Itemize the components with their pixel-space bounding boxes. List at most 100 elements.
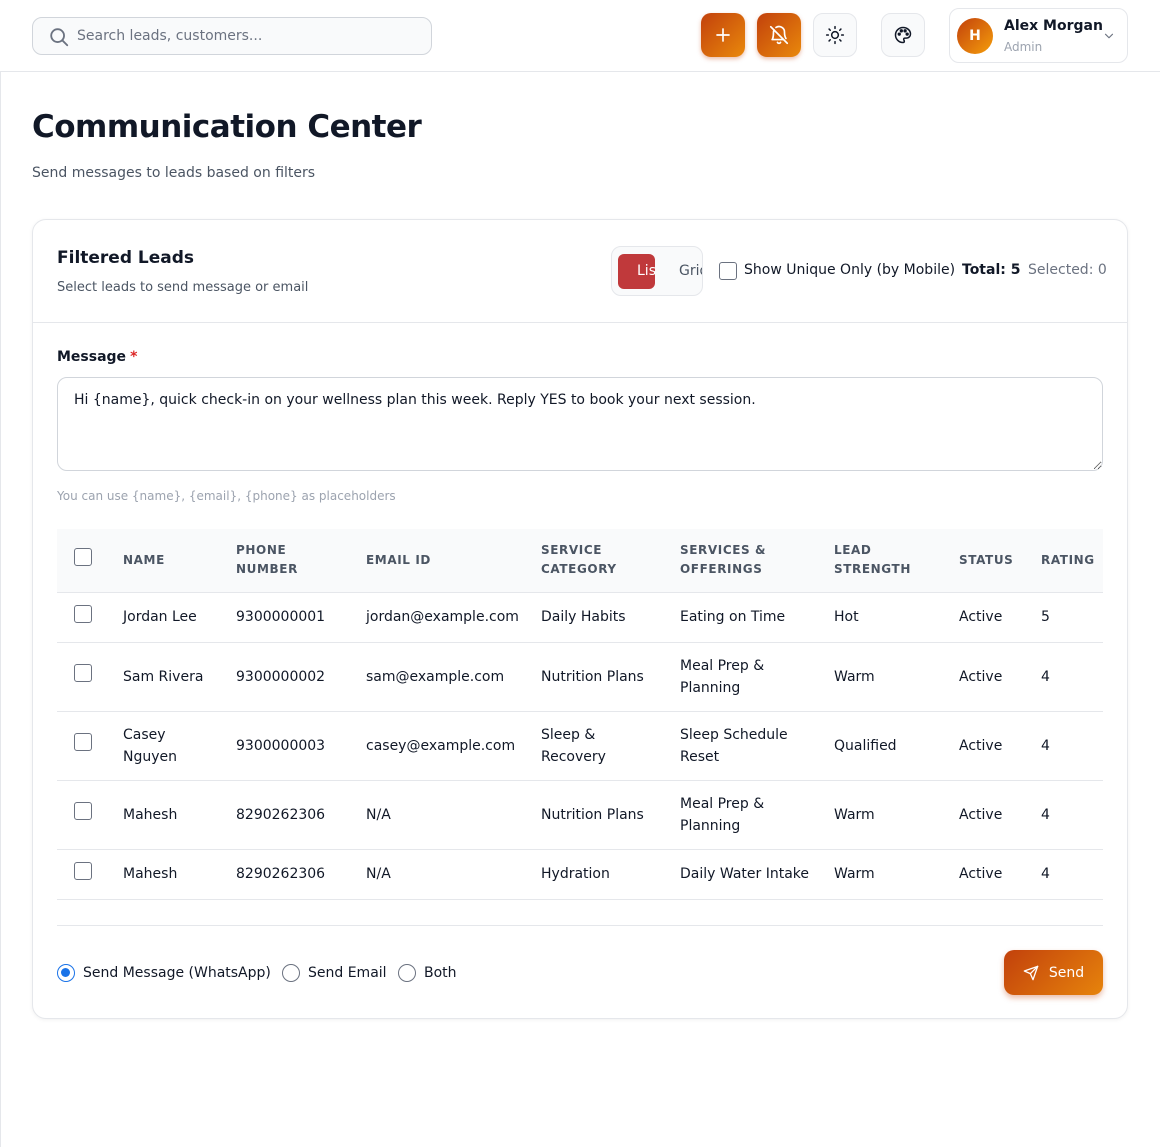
user-name: Alex Morgan bbox=[1004, 18, 1103, 34]
cell-rating: 5 bbox=[1033, 592, 1103, 643]
chevron-down-icon bbox=[1104, 33, 1114, 39]
cell-email: jordan@example.com bbox=[358, 592, 533, 643]
cell-name: Jordan Lee bbox=[115, 592, 228, 643]
cell-category: Nutrition Plans bbox=[533, 642, 672, 712]
view-grid-button[interactable]: Grid bbox=[679, 254, 702, 289]
column-header[interactable]: NAME bbox=[115, 529, 228, 593]
required-mark: * bbox=[130, 349, 138, 365]
row-checkbox[interactable] bbox=[74, 733, 92, 751]
send-button-label: Send bbox=[1048, 964, 1085, 981]
leads-table: NAME PHONE NUMBER EMAIL ID SERVICE CATEG… bbox=[57, 529, 1103, 900]
row-checkbox[interactable] bbox=[74, 861, 92, 880]
cell-rating: 4 bbox=[1033, 711, 1103, 781]
table-row[interactable]: Mahesh 8290262306 N/A Hydration Daily Wa… bbox=[57, 849, 1103, 900]
cell-strength: Hot bbox=[826, 592, 951, 643]
add-button[interactable] bbox=[701, 13, 745, 57]
filtered-leads-card: Filtered Leads Select leads to send mess… bbox=[32, 219, 1128, 1019]
send-both-option[interactable]: Both bbox=[398, 962, 457, 984]
row-checkbox[interactable] bbox=[74, 604, 92, 623]
row-select-cell bbox=[57, 849, 115, 900]
send-button[interactable]: Send bbox=[1004, 950, 1103, 995]
cell-strength: Warm bbox=[826, 642, 951, 712]
cell-email: N/A bbox=[358, 780, 533, 850]
table-row[interactable]: Mahesh 8290262306 N/A Nutrition Plans Me… bbox=[57, 780, 1103, 850]
cell-phone: 9300000001 bbox=[228, 592, 358, 643]
card-header: Filtered Leads Select leads to send mess… bbox=[33, 220, 1127, 323]
search-box[interactable] bbox=[32, 17, 432, 55]
notifications-off-button[interactable] bbox=[757, 13, 801, 57]
sun-icon bbox=[825, 25, 845, 45]
cell-status: Active bbox=[951, 711, 1033, 781]
send-both-radio[interactable] bbox=[398, 964, 416, 982]
column-header[interactable]: LEAD STRENGTH bbox=[826, 529, 951, 593]
avatar: H bbox=[957, 18, 993, 54]
send-whatsapp-label: Send Message (WhatsApp) bbox=[83, 965, 271, 981]
cell-status: Active bbox=[951, 642, 1033, 712]
message-label-text: Message bbox=[57, 349, 127, 365]
plus-icon bbox=[716, 28, 730, 42]
row-checkbox[interactable] bbox=[74, 664, 92, 682]
content-left-border bbox=[0, 72, 1, 1147]
cell-phone: 8290262306 bbox=[228, 780, 358, 850]
column-header[interactable]: RATING bbox=[1033, 529, 1103, 593]
cell-rating: 4 bbox=[1033, 849, 1103, 900]
column-header[interactable]: SERVICE CATEGORY bbox=[533, 529, 672, 593]
cell-rating: 4 bbox=[1033, 642, 1103, 712]
send-email-radio[interactable] bbox=[282, 964, 300, 982]
message-label: Message * bbox=[57, 349, 137, 365]
unique-only-label[interactable]: Show Unique Only (by Mobile) bbox=[744, 262, 955, 278]
row-select-cell bbox=[57, 642, 115, 712]
send-email-option[interactable]: Send Email bbox=[282, 962, 387, 984]
column-header[interactable]: EMAIL ID bbox=[358, 529, 533, 593]
palette-icon bbox=[894, 26, 912, 44]
send-whatsapp-radio[interactable] bbox=[57, 964, 75, 982]
unique-only-checkbox[interactable] bbox=[719, 262, 737, 280]
leads-table-wrap: NAME PHONE NUMBER EMAIL ID SERVICE CATEG… bbox=[57, 529, 1103, 900]
row-select-cell bbox=[57, 592, 115, 643]
view-list-button[interactable]: List bbox=[618, 254, 655, 289]
page-title: Communication Center bbox=[32, 109, 422, 145]
column-header[interactable]: STATUS bbox=[951, 529, 1033, 593]
row-select-cell bbox=[57, 711, 115, 781]
top-bar: H Alex Morgan Admin bbox=[0, 0, 1160, 72]
cell-service: Eating on Time bbox=[672, 592, 826, 643]
send-email-label: Send Email bbox=[308, 965, 387, 981]
table-bottom-divider bbox=[57, 925, 1103, 926]
message-textarea[interactable]: Hi {name}, quick check-in on your wellne… bbox=[57, 377, 1103, 471]
cell-email: sam@example.com bbox=[358, 642, 533, 712]
table-row[interactable]: Sam Rivera 9300000002 sam@example.com Nu… bbox=[57, 642, 1103, 712]
cell-status: Active bbox=[951, 592, 1033, 643]
search-input[interactable] bbox=[77, 18, 417, 54]
search-icon bbox=[50, 28, 69, 47]
card-subtitle: Select leads to send message or email bbox=[57, 280, 309, 295]
cell-strength: Warm bbox=[826, 849, 951, 900]
cell-service: Daily Water Intake bbox=[672, 849, 826, 900]
table-row[interactable]: Jordan Lee 9300000001 jordan@example.com… bbox=[57, 592, 1103, 643]
selected-count: Selected: 0 bbox=[1028, 262, 1107, 278]
cell-service: Meal Prep & Planning bbox=[672, 642, 826, 712]
cell-email: casey@example.com bbox=[358, 711, 533, 781]
bell-off-icon bbox=[769, 25, 789, 45]
column-header[interactable]: SERVICES & OFFERINGS bbox=[672, 529, 826, 593]
theme-toggle-button[interactable] bbox=[813, 13, 857, 57]
header-select-cell bbox=[57, 529, 115, 593]
cell-email: N/A bbox=[358, 849, 533, 900]
send-whatsapp-option[interactable]: Send Message (WhatsApp) bbox=[57, 962, 271, 984]
palette-button[interactable] bbox=[881, 13, 925, 57]
user-role: Admin bbox=[1004, 40, 1043, 54]
cell-strength: Warm bbox=[826, 780, 951, 850]
select-all-checkbox[interactable] bbox=[74, 548, 92, 567]
cell-strength: Qualified bbox=[826, 711, 951, 781]
cell-name: Casey Nguyen bbox=[115, 711, 228, 781]
column-header[interactable]: PHONE NUMBER bbox=[228, 529, 358, 593]
user-menu[interactable]: H Alex Morgan Admin bbox=[949, 8, 1128, 63]
cell-category: Sleep & Recovery bbox=[533, 711, 672, 781]
row-checkbox[interactable] bbox=[74, 802, 92, 820]
message-help-text: You can use {name}, {email}, {phone} as … bbox=[57, 489, 396, 503]
page-subtitle: Send messages to leads based on filters bbox=[32, 165, 316, 181]
table-row[interactable]: Casey Nguyen 9300000003 casey@example.co… bbox=[57, 711, 1103, 781]
cell-rating: 4 bbox=[1033, 780, 1103, 850]
cell-category: Nutrition Plans bbox=[533, 780, 672, 850]
cell-phone: 9300000003 bbox=[228, 711, 358, 781]
cell-service: Meal Prep & Planning bbox=[672, 780, 826, 850]
